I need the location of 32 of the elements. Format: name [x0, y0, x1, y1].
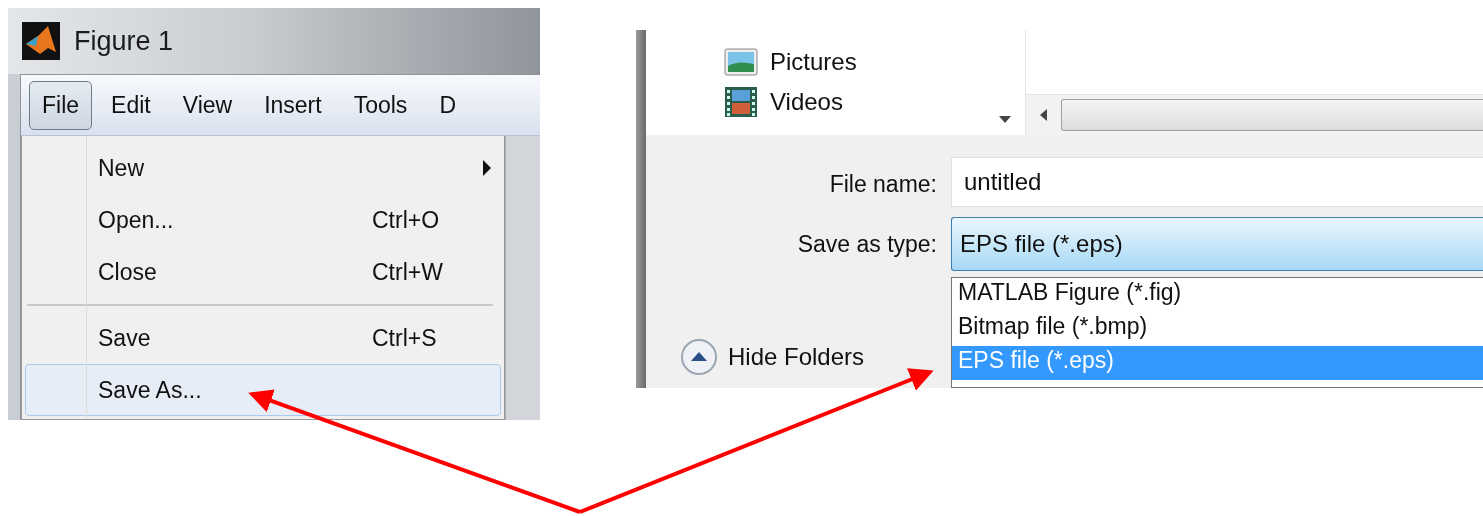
shortcut-text: Ctrl+S	[372, 324, 438, 352]
menu-bar-item[interactable]: View	[169, 80, 246, 130]
window-title: Figure 1	[74, 25, 174, 57]
menu-bar-item[interactable]: Edit	[98, 80, 164, 130]
menu-bar-item[interactable]: D	[426, 80, 469, 130]
menu-item[interactable]: Save Ctrl+S	[25, 312, 501, 364]
app-logo-icon	[22, 22, 60, 60]
file-type-option[interactable]: MATLAB Figure (*.fig)	[952, 278, 1483, 312]
film-icon	[724, 85, 758, 118]
menu-bar-item[interactable]: Tools	[340, 80, 421, 130]
nav-item[interactable]: Videos	[770, 87, 843, 116]
file-type-dropdown[interactable]: EPS file (*.eps)	[951, 217, 1483, 271]
menu-bar-item[interactable]: File	[29, 80, 93, 130]
pictures-icon	[724, 47, 758, 76]
nav-item[interactable]: Pictures	[770, 47, 857, 76]
shortcut-text: Ctrl+W	[372, 258, 444, 286]
field-label: File name:	[828, 170, 938, 198]
file-name-field[interactable]: untitled	[951, 157, 1483, 207]
menu-item[interactable]: New	[25, 142, 501, 194]
scroll-left-icon[interactable]	[1040, 109, 1047, 121]
shortcut-text: Ctrl+O	[372, 206, 441, 234]
submenu-arrow-icon	[482, 159, 492, 177]
collapse-icon	[680, 338, 718, 376]
hide-folders-button[interactable]: Hide Folders	[680, 338, 865, 376]
scroll-down-icon[interactable]	[999, 116, 1011, 123]
field-label: Save as type:	[796, 230, 938, 258]
menu-item[interactable]: Close Ctrl+W	[25, 246, 501, 298]
menu-item[interactable]: Save As...	[25, 364, 501, 416]
file-type-option[interactable]: Bitmap file (*.bmp)	[952, 312, 1483, 346]
menu-bar-item[interactable]: Insert	[251, 80, 335, 130]
horizontal-scrollbar[interactable]	[1026, 94, 1483, 135]
menu-item[interactable]: Open... Ctrl+O	[25, 194, 501, 246]
